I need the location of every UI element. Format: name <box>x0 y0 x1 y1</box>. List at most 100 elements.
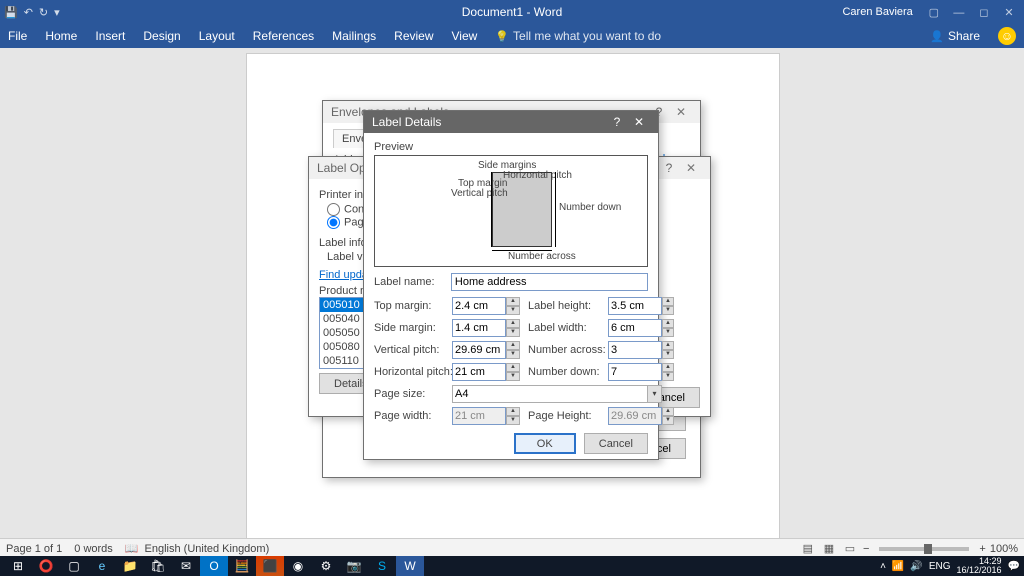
label-name-input[interactable] <box>451 273 648 291</box>
close-icon[interactable]: ✕ <box>628 115 650 129</box>
label-height-input[interactable] <box>608 297 662 315</box>
top-margin-label: Top margin: <box>374 300 446 312</box>
tab-mailings[interactable]: Mailings <box>332 29 376 43</box>
list-item[interactable]: 005080 <box>320 340 365 354</box>
mail-icon[interactable]: ✉ <box>172 556 200 576</box>
vertical-pitch-input[interactable] <box>452 341 506 359</box>
tab-layout[interactable]: Layout <box>199 29 235 43</box>
store-icon[interactable]: 🛍 <box>144 556 172 576</box>
undo-icon[interactable]: ↶ <box>24 6 33 19</box>
tell-me-search[interactable]: Tell me what you want to do <box>495 29 661 43</box>
spin-down-icon[interactable]: ▼ <box>662 328 674 337</box>
share-button[interactable]: Share <box>930 29 980 43</box>
help-icon[interactable]: ? <box>606 115 628 129</box>
list-item[interactable]: 005050 <box>320 326 365 340</box>
page-width-input <box>452 407 506 425</box>
save-icon[interactable]: 💾 <box>4 6 18 19</box>
minimize-icon[interactable]: — <box>948 7 970 19</box>
outlook-icon[interactable]: O <box>200 556 228 576</box>
continuous-feed-radio[interactable] <box>327 203 340 216</box>
edge-icon[interactable]: e <box>88 556 116 576</box>
cancel-button[interactable]: Cancel <box>584 433 648 454</box>
number-down-input[interactable] <box>608 363 662 381</box>
web-layout-icon[interactable]: ▭ <box>841 542 859 555</box>
spin-down-icon[interactable]: ▼ <box>506 328 520 337</box>
list-item[interactable]: 005120 <box>320 368 365 369</box>
chevron-down-icon[interactable]: ▾ <box>648 385 662 403</box>
zoom-slider[interactable] <box>879 547 969 551</box>
tab-review[interactable]: Review <box>394 29 433 43</box>
page-size-combo[interactable] <box>452 385 648 403</box>
page-indicator[interactable]: Page 1 of 1 <box>6 543 62 555</box>
office-icon[interactable]: ⬛ <box>256 556 284 576</box>
action-center-icon[interactable]: 💬 <box>1008 561 1020 572</box>
spin-down-icon[interactable]: ▼ <box>662 350 674 359</box>
chrome-icon[interactable]: ◉ <box>284 556 312 576</box>
zoom-in-icon[interactable]: + <box>979 543 985 555</box>
word-icon[interactable]: W <box>396 556 424 576</box>
product-number-listbox[interactable]: 005010 005040 005050 005080 005110 00512… <box>319 297 366 369</box>
maximize-icon[interactable]: ◻ <box>973 6 995 19</box>
spin-up-icon[interactable]: ▲ <box>662 363 674 372</box>
settings-icon[interactable]: ⚙ <box>312 556 340 576</box>
spin-up-icon[interactable]: ▲ <box>506 319 520 328</box>
document-area: Envelopes and Labels ? ✕ Envelopes Addre… <box>0 48 1024 558</box>
spin-up-icon[interactable]: ▲ <box>662 297 674 306</box>
zoom-out-icon[interactable]: − <box>863 543 869 555</box>
tab-design[interactable]: Design <box>143 29 180 43</box>
close-icon[interactable]: ✕ <box>680 161 702 175</box>
read-mode-icon[interactable]: ▤ <box>799 542 817 555</box>
spin-down-icon[interactable]: ▼ <box>506 306 520 315</box>
page-printers-radio[interactable] <box>327 216 340 229</box>
qat-customize-icon[interactable]: ▾ <box>54 6 60 19</box>
clock[interactable]: 14:29 16/12/2016 <box>957 557 1002 575</box>
help-icon[interactable]: ? <box>658 161 680 175</box>
camera-icon[interactable]: 📷 <box>340 556 368 576</box>
user-name[interactable]: Caren Baviera <box>842 6 912 18</box>
ribbon-display-icon[interactable]: ▢ <box>923 6 945 19</box>
spin-up-icon[interactable]: ▲ <box>662 319 674 328</box>
close-icon[interactable]: ✕ <box>998 6 1020 19</box>
tab-file[interactable]: File <box>8 29 27 43</box>
titlebar: 💾 ↶ ↻ ▾ Document1 - Word Caren Baviera ▢… <box>0 0 1024 24</box>
spin-down-icon[interactable]: ▼ <box>506 350 520 359</box>
calculator-icon[interactable]: 🧮 <box>228 556 256 576</box>
page-width-label: Page width: <box>374 410 446 422</box>
zoom-level[interactable]: 100% <box>990 543 1018 555</box>
label-width-input[interactable] <box>608 319 662 337</box>
keyboard-language[interactable]: ENG <box>929 561 951 572</box>
number-across-input[interactable] <box>608 341 662 359</box>
tab-references[interactable]: References <box>253 29 314 43</box>
file-explorer-icon[interactable]: 📁 <box>116 556 144 576</box>
redo-icon[interactable]: ↻ <box>39 6 48 19</box>
ok-button[interactable]: OK <box>514 433 576 454</box>
list-item[interactable]: 005110 <box>320 354 365 368</box>
volume-icon[interactable]: 🔊 <box>910 561 922 572</box>
task-view-icon[interactable]: ▢ <box>60 556 88 576</box>
tab-view[interactable]: View <box>452 29 478 43</box>
wifi-icon[interactable]: 📶 <box>892 561 904 572</box>
spin-down-icon[interactable]: ▼ <box>662 306 674 315</box>
spin-up-icon[interactable]: ▲ <box>662 341 674 350</box>
cortana-icon[interactable]: ⭕ <box>32 556 60 576</box>
spin-down-icon[interactable]: ▼ <box>662 372 674 381</box>
side-margin-input[interactable] <box>452 319 506 337</box>
word-count[interactable]: 0 words <box>74 543 113 555</box>
feedback-icon[interactable]: ☺ <box>998 27 1016 45</box>
spin-down-icon[interactable]: ▼ <box>506 372 520 381</box>
close-icon[interactable]: ✕ <box>670 105 692 119</box>
spin-up-icon[interactable]: ▲ <box>506 363 520 372</box>
spin-up-icon[interactable]: ▲ <box>506 341 520 350</box>
start-button[interactable]: ⊞ <box>4 556 32 576</box>
horizontal-pitch-input[interactable] <box>452 363 506 381</box>
language-indicator[interactable]: English (United Kingdom) <box>145 543 270 555</box>
tab-insert[interactable]: Insert <box>95 29 125 43</box>
spin-up-icon[interactable]: ▲ <box>506 297 520 306</box>
skype-icon[interactable]: S <box>368 556 396 576</box>
tab-home[interactable]: Home <box>45 29 77 43</box>
tray-chevron-icon[interactable]: ˄ <box>880 561 886 572</box>
print-layout-icon[interactable]: ▦ <box>820 542 838 555</box>
top-margin-input[interactable] <box>452 297 506 315</box>
list-item[interactable]: 005040 <box>320 312 365 326</box>
list-item[interactable]: 005010 <box>320 298 365 312</box>
